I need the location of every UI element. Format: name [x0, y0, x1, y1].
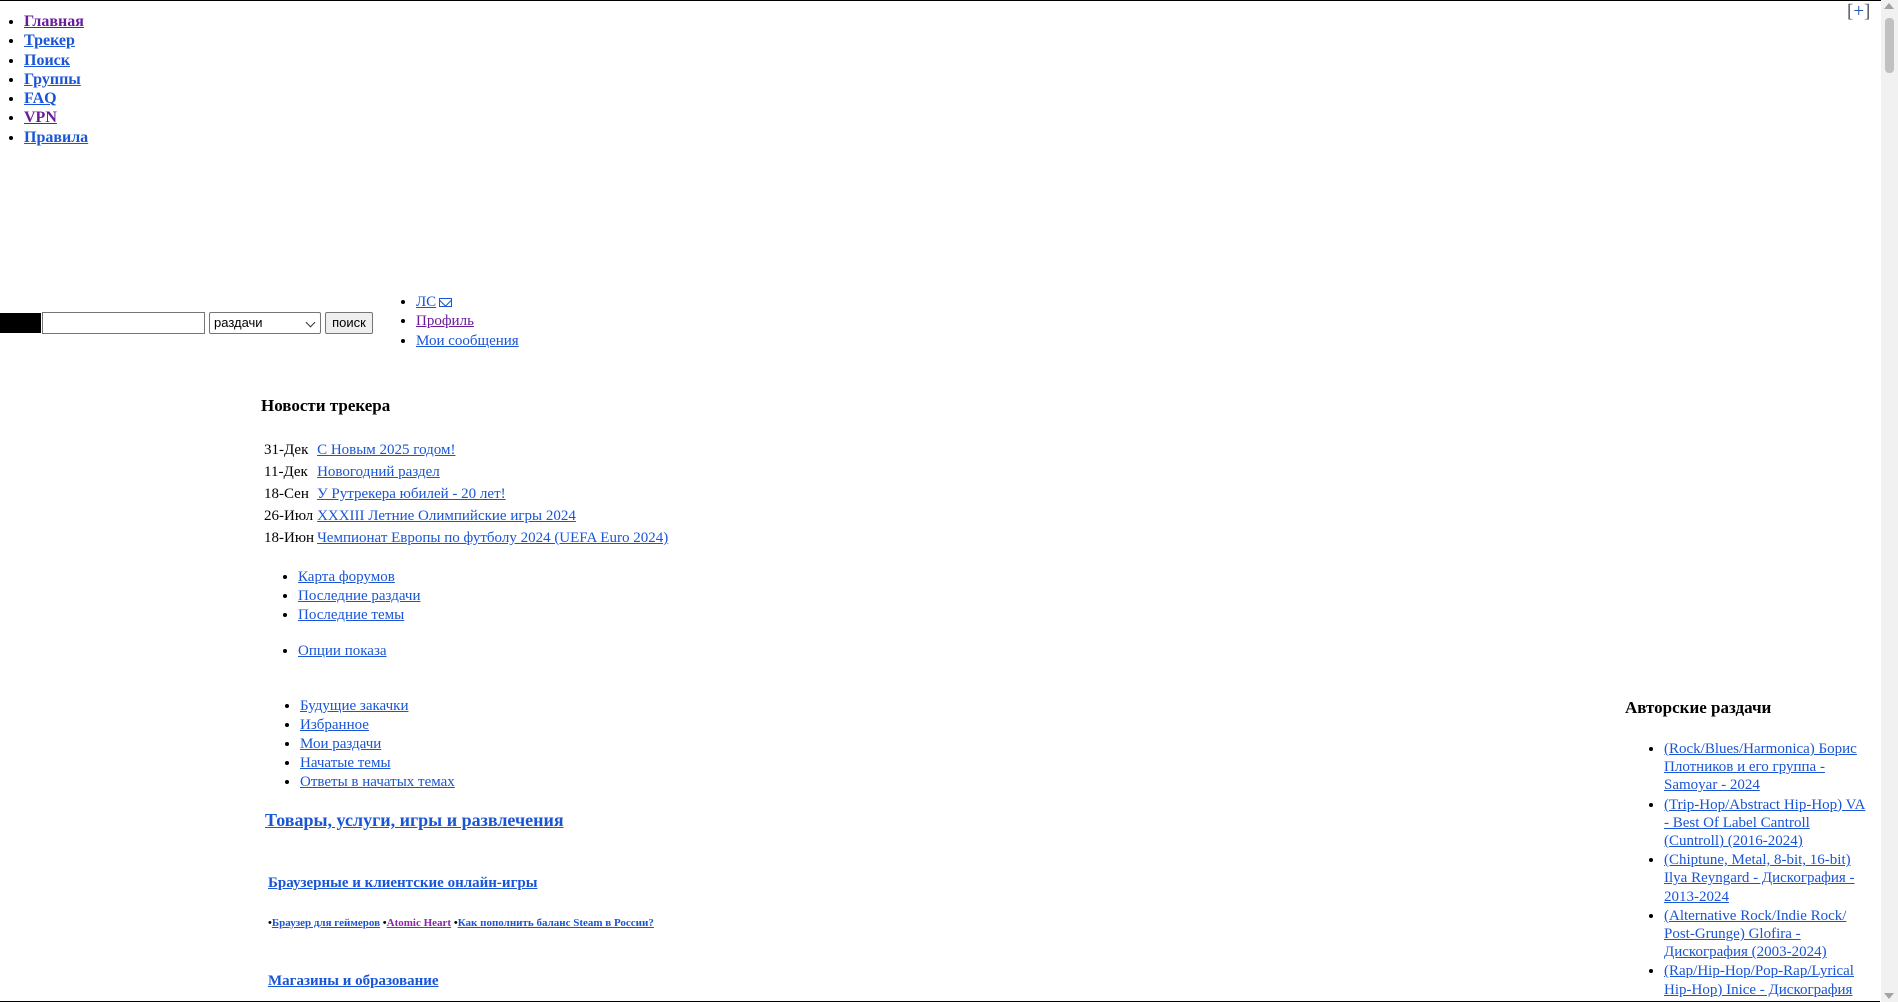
forum-map-link[interactable]: Карта форумов: [298, 569, 395, 585]
search-black-block: [0, 313, 41, 333]
main-nav: Главная Трекер Поиск Группы FAQ VPN Прав…: [0, 12, 88, 147]
user-nav: ЛС Профиль Мои сообщения: [392, 293, 519, 351]
search-scope-select[interactable]: раздачи: [209, 312, 321, 334]
started-topics-link[interactable]: Начатые темы: [300, 755, 391, 771]
authored-release-link[interactable]: (Alternative Rock/Indie Rock/ Post-Grung…: [1664, 908, 1846, 960]
scroll-down-arrow-icon[interactable]: [1884, 993, 1894, 999]
news-row: 26-Июл XXXIII Летние Олимпийские игры 202…: [264, 505, 671, 527]
news-row: 18-Июн Чемпионат Европы по футболу 2024 (…: [264, 527, 671, 549]
expand-plus-icon: +: [1853, 1, 1865, 22]
news-row: 18-Сен У Рутрекера юбилей - 20 лет!: [264, 483, 671, 505]
forum-links: Карта форумов Последние раздачи Последни…: [274, 568, 420, 625]
ad-links: •Браузер для геймеров •Atomic Heart •Как…: [268, 917, 654, 929]
news-link[interactable]: XXXIII Летние Олимпийские игры 2024: [317, 508, 576, 524]
subforum-shops-link[interactable]: Магазины и образование: [268, 973, 439, 990]
news-date: 18-Июн: [264, 530, 315, 546]
nav-rules-link[interactable]: Правила: [24, 129, 88, 146]
display-options: Опции показа: [274, 642, 387, 661]
category-title-link[interactable]: Товары, услуги, игры и развлечения: [265, 810, 564, 831]
search-button[interactable]: поиск: [325, 312, 373, 334]
chevron-down-icon: [305, 317, 316, 328]
profile-link[interactable]: Профиль: [416, 313, 474, 329]
news-date: 18-Сен: [264, 486, 309, 502]
authored-release-link[interactable]: (Chiptune, Metal, 8-bit, 16-bit) Ilya Re…: [1664, 852, 1855, 904]
pm-link[interactable]: ЛС: [416, 294, 453, 310]
pm-link-label: ЛС: [416, 294, 437, 310]
news-row: 31-Дек С Новым 2025 годом!: [264, 439, 671, 461]
nav-vpn-link[interactable]: VPN: [24, 109, 57, 126]
ad-link-atomic-heart[interactable]: Atomic Heart: [387, 917, 451, 929]
list-item: (Rock/Blues/Harmonica) Борис Плотников и…: [1664, 740, 1869, 795]
favorites-link[interactable]: Избранное: [300, 717, 369, 733]
nav-tracker-link[interactable]: Трекер: [24, 32, 75, 49]
search-scope-value: раздачи: [214, 315, 263, 330]
personal-links: Будущие закачки Избранное Мои раздачи На…: [276, 697, 455, 792]
authored-release-link[interactable]: (Trip-Hop/Abstract Hip-Hop) VA - Best Of…: [1664, 797, 1865, 849]
subforum-browser-games-link[interactable]: Браузерные и клиентские онлайн-игры: [268, 875, 537, 892]
news-row: 11-Дек Новогодний раздел: [264, 461, 671, 483]
nav-search-link[interactable]: Поиск: [24, 52, 70, 69]
expand-toggle[interactable]: [+]: [1847, 1, 1870, 23]
nav-groups-link[interactable]: Группы: [24, 71, 81, 88]
latest-releases-link[interactable]: Последние раздачи: [298, 588, 420, 604]
replies-link[interactable]: Ответы в начатых темах: [300, 774, 455, 790]
vertical-scrollbar[interactable]: [1881, 0, 1898, 1002]
page-top-border: [0, 0, 1898, 1]
list-item: (Trip-Hop/Abstract Hip-Hop) VA - Best Of…: [1664, 796, 1869, 851]
news-link[interactable]: Новогодний раздел: [317, 464, 440, 480]
list-item: (Rap/Hip-Hop/Pop-Rap/Lyrical Hip-Hop) In…: [1664, 962, 1869, 998]
news-table: 31-Дек С Новым 2025 годом! 11-Дек Новогодн…: [264, 439, 671, 549]
ad-link-browser[interactable]: Браузер для геймеров: [272, 917, 380, 929]
list-item: (Chiptune, Metal, 8-bit, 16-bit) Ilya Re…: [1664, 851, 1869, 906]
my-releases-link[interactable]: Мои раздачи: [300, 736, 381, 752]
latest-topics-link[interactable]: Последние темы: [298, 607, 404, 623]
display-options-link[interactable]: Опции показа: [298, 643, 387, 659]
news-date: 31-Дек: [264, 442, 309, 458]
news-link[interactable]: С Новым 2025 годом!: [317, 442, 455, 458]
news-date: 11-Дек: [264, 464, 308, 480]
search-input[interactable]: [42, 312, 205, 334]
news-link[interactable]: У Рутрекера юбилей - 20 лет!: [317, 486, 506, 502]
authored-release-link[interactable]: (Rock/Blues/Harmonica) Борис Плотников и…: [1664, 741, 1857, 793]
future-downloads-link[interactable]: Будущие закачки: [300, 698, 408, 714]
authored-releases-title: Авторские раздачи: [1625, 698, 1772, 717]
nav-faq-link[interactable]: FAQ: [24, 90, 57, 107]
nav-home-link[interactable]: Главная: [24, 13, 84, 30]
my-messages-link[interactable]: Мои сообщения: [416, 333, 519, 349]
news-title: Новости трекера: [261, 396, 391, 415]
ad-link-steam[interactable]: Как пополнить баланс Steam в России?: [458, 917, 654, 929]
news-link[interactable]: Чемпионат Европы по футболу 2024 (UEFA E…: [317, 530, 668, 546]
list-item: (Alternative Rock/Indie Rock/ Post-Grung…: [1664, 907, 1869, 962]
news-date: 26-Июл: [264, 508, 314, 524]
scrollbar-thumb[interactable]: [1885, 18, 1894, 73]
envelope-icon: [439, 298, 453, 308]
authored-release-link[interactable]: (Rap/Hip-Hop/Pop-Rap/Lyrical Hip-Hop) In…: [1664, 963, 1854, 997]
authored-releases-list: (Rock/Blues/Harmonica) Борис Плотников и…: [1640, 740, 1869, 1000]
scroll-up-arrow-icon[interactable]: [1884, 3, 1894, 9]
